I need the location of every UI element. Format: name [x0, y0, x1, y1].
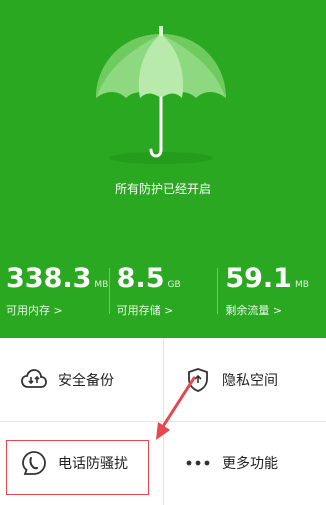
feature-secure-backup-label: 安全备份	[58, 373, 114, 389]
stat-storage-value: 8.5	[116, 263, 165, 294]
more-dots-icon	[184, 449, 212, 477]
highlight-box	[6, 440, 149, 495]
stat-storage-label: 可用存储 >	[116, 304, 174, 317]
protection-status-text: 所有防护已经开启	[114, 182, 211, 196]
feature-secure-backup[interactable]: 安全备份	[0, 339, 162, 421]
stat-memory-label: 可用内存 >	[6, 304, 63, 317]
stat-storage-unit: GB	[167, 280, 181, 290]
feature-privacy-space-label: 隐私空间	[222, 373, 278, 389]
stat-traffic[interactable]: 59.1 MB 剩余流量 >	[217, 262, 326, 326]
stat-memory[interactable]: 338.3 MB 可用内存 >	[0, 262, 109, 326]
cloud-sync-icon	[20, 366, 48, 394]
annotation-arrow-icon	[156, 376, 196, 440]
stat-traffic-label: 剩余流量 >	[225, 304, 283, 317]
stat-traffic-value: 59.1	[225, 263, 292, 294]
umbrella-icon	[96, 26, 226, 164]
stat-storage[interactable]: 8.5 GB 可用存储 >	[108, 262, 218, 326]
stat-traffic-unit: MB	[294, 280, 309, 290]
protection-hero: 所有防护已经开启 338.3 MB 可用内存 > 8.5 GB 可用存储 > 59.…	[0, 0, 326, 338]
stat-memory-value: 338.3	[6, 263, 92, 294]
feature-more-label: 更多功能	[222, 456, 278, 472]
stat-memory-unit: MB	[94, 280, 109, 290]
stats-bar: 338.3 MB 可用内存 > 8.5 GB 可用存储 > 59.1 MB 剩余流量 …	[0, 262, 326, 326]
